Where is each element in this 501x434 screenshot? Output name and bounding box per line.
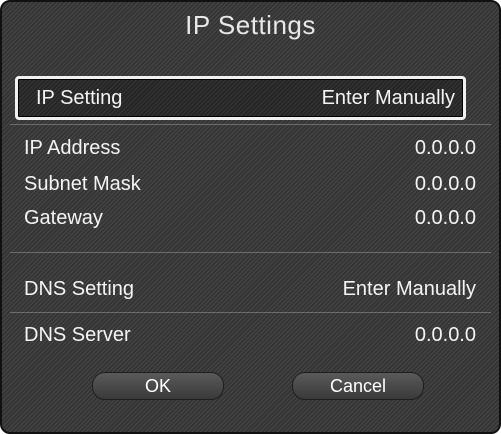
- gateway-row[interactable]: Gateway 0.0.0.0: [24, 203, 476, 233]
- dns-server-value: 0.0.0.0: [414, 323, 476, 346]
- divider: [10, 252, 491, 253]
- ip-address-row[interactable]: IP Address 0.0.0.0: [24, 133, 476, 163]
- dns-setting-value: Enter Manually: [342, 277, 476, 300]
- dns-setting-label: DNS Setting: [24, 277, 135, 300]
- dns-server-row[interactable]: DNS Server 0.0.0.0: [24, 320, 476, 350]
- dns-server-label: DNS Server: [24, 323, 131, 346]
- ip-settings-dialog: IP Settings IP Setting Enter Manually IP…: [0, 0, 501, 434]
- divider: [10, 124, 491, 125]
- cancel-button[interactable]: Cancel: [292, 372, 424, 400]
- ip-address-value: 0.0.0.0: [414, 136, 476, 159]
- gateway-value: 0.0.0.0: [414, 206, 476, 229]
- ok-button[interactable]: OK: [92, 372, 224, 400]
- dns-setting-row[interactable]: DNS Setting Enter Manually: [24, 274, 476, 304]
- gateway-label: Gateway: [24, 206, 103, 229]
- subnet-mask-label: Subnet Mask: [24, 172, 141, 195]
- ip-setting-row[interactable]: IP Setting Enter Manually: [15, 76, 466, 120]
- dialog-title: IP Settings: [185, 10, 316, 40]
- divider: [10, 312, 491, 313]
- subnet-mask-value: 0.0.0.0: [414, 172, 476, 195]
- ip-setting-value: Enter Manually: [321, 86, 455, 109]
- ip-address-label: IP Address: [24, 136, 121, 159]
- ip-setting-label: IP Setting: [36, 86, 123, 109]
- subnet-mask-row[interactable]: Subnet Mask 0.0.0.0: [24, 169, 476, 199]
